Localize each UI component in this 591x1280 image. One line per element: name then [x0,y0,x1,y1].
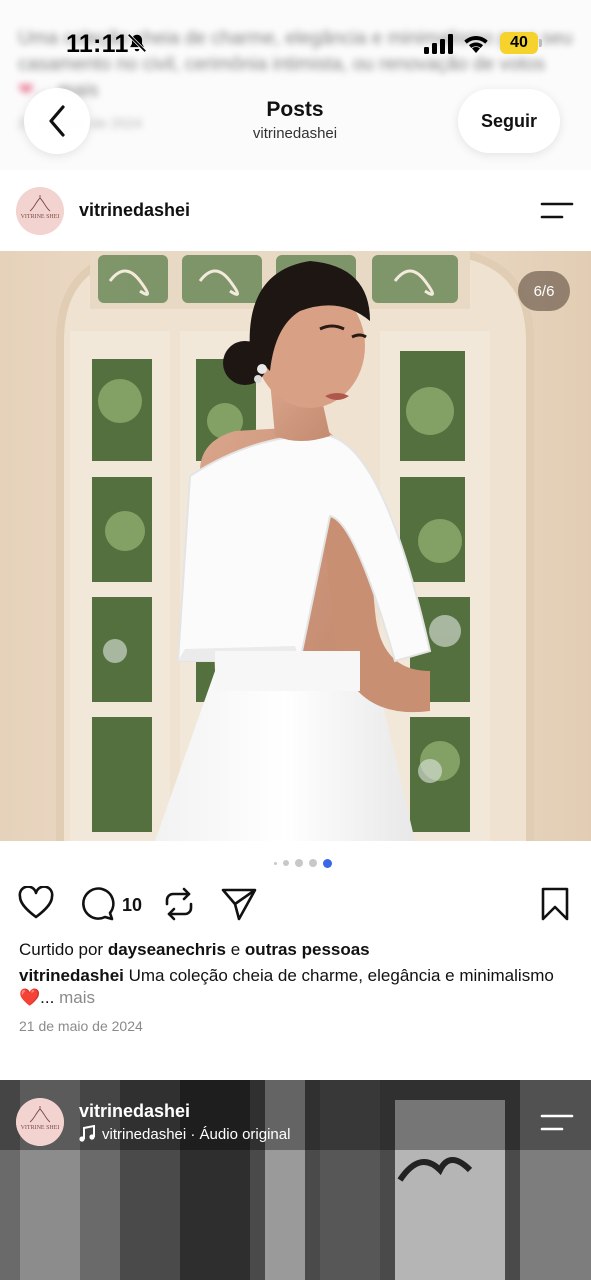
carousel-dot [282,860,289,866]
repost-icon[interactable] [162,886,196,922]
avatar[interactable]: VITRINE SHEI [16,187,64,235]
battery-level: 40 [500,32,538,54]
post-caption: vitrinedashei Uma coleção cheia de charm… [19,966,554,1007]
post-actions: 10 [0,882,591,928]
post-photo[interactable] [0,251,591,841]
next-post-username[interactable]: vitrinedashei [79,1101,190,1122]
next-post-menu-icon[interactable] [540,1112,574,1134]
like-heart-icon[interactable] [18,886,54,920]
caption-more-link[interactable]: mais [59,988,95,1007]
chevron-left-icon [49,105,65,137]
svg-text:VITRINE SHEI: VITRINE SHEI [21,214,60,220]
wifi-icon [464,36,488,53]
battery-icon: 40 [500,32,542,54]
next-post-avatar[interactable]: VITRINE SHEI [16,1098,64,1146]
carousel-dot [294,859,303,867]
comment-icon[interactable] [79,886,115,922]
follow-button[interactable]: Seguir [458,89,560,153]
post-header: VITRINE SHEI vitrinedashei [0,170,591,250]
caption-username[interactable]: vitrinedashei [19,966,124,985]
menu-icon[interactable] [540,200,574,222]
audio-link[interactable]: vitrinedashei · Áudio original [79,1125,290,1143]
back-button[interactable] [24,88,90,154]
page-subtitle: vitrinedashei [252,125,338,142]
comment-count: 10 [122,895,143,915]
liked-by-text: Curtido por dayseanechris e outras pesso… [19,940,370,959]
audio-text: vitrinedashei · Áudio original [102,1125,291,1143]
carousel-dot [308,859,317,867]
carousel-dot [273,861,277,865]
bookmark-icon[interactable] [540,886,570,922]
top-header-area: Uma coleção cheia de charme, elegância e… [0,0,591,170]
bride-photo-illustration [0,251,591,841]
status-time: 11:11 [66,30,129,58]
liked-others-link[interactable]: outras pessoas [245,940,370,959]
bell-muted-icon [127,33,147,53]
svg-text:VITRINE SHEI: VITRINE SHEI [21,1125,60,1131]
carousel-dot-active [322,858,332,868]
status-bar: 11:11 40 [0,0,591,88]
carousel-dots [0,855,591,871]
share-send-icon[interactable] [220,886,258,922]
page-title: Posts [266,98,324,121]
carousel-counter: 6/6 [518,271,570,311]
vitrine-logo-icon: VITRINE SHEI [16,1098,64,1146]
next-post[interactable]: VITRINE SHEI vitrinedashei vitrinedashei… [0,1080,591,1280]
post-username[interactable]: vitrinedashei [79,200,190,221]
post-date: 21 de maio de 2024 [19,1018,143,1034]
vitrine-logo-icon: VITRINE SHEI [16,187,64,235]
liked-by-user-link[interactable]: dayseanechris [108,940,226,959]
signal-icon [424,34,453,54]
music-note-icon [79,1125,95,1142]
